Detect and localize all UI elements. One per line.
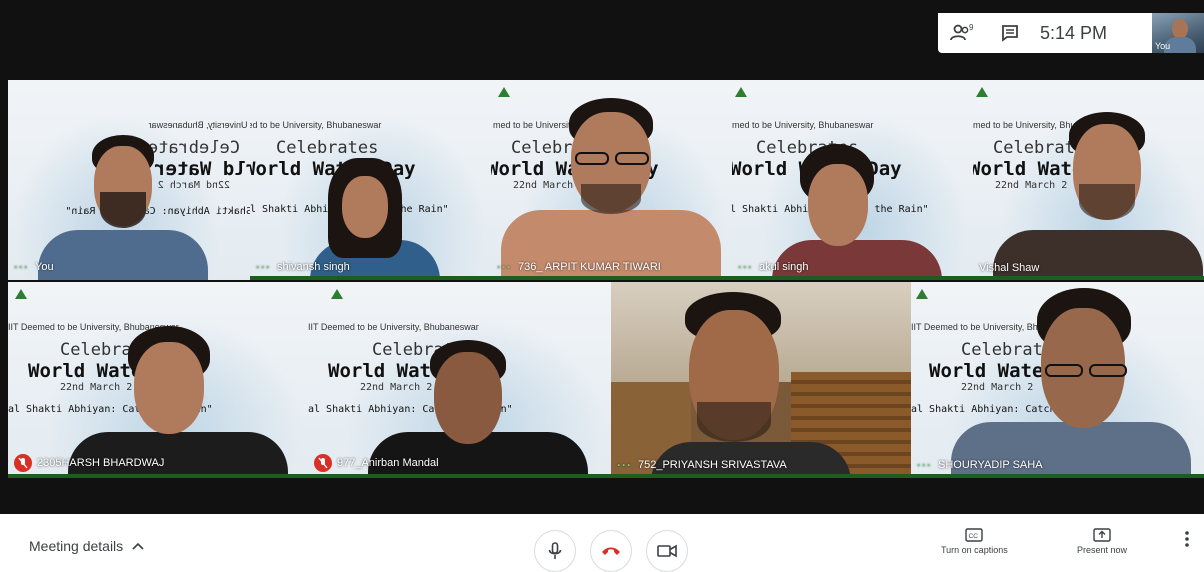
camera-icon xyxy=(657,544,677,558)
microphone-icon xyxy=(548,542,562,559)
participant-tile-you[interactable]: med to be University, Bhubaneswar Celebr… xyxy=(8,80,250,280)
participant-name: ··· SHOURYADIP SAHA xyxy=(917,458,1043,472)
people-button[interactable]: 9 xyxy=(938,13,986,53)
chat-button[interactable] xyxy=(986,13,1034,53)
more-vert-icon xyxy=(1185,531,1189,547)
mic-off-icon xyxy=(14,454,32,472)
participant-tile-anirban[interactable]: IIT Deemed to be University, Bhubaneswar… xyxy=(308,282,611,478)
mic-off-icon xyxy=(314,454,332,472)
video-stage: 9 5:14 PM You med to be University, Bhub… xyxy=(0,0,1204,514)
participant-name: ··· 752_PRIYANSH SRIVASTAVA xyxy=(617,458,787,472)
participant-tile-harsh[interactable]: IIT Deemed to be University, Bhubaneswar… xyxy=(8,282,308,478)
participant-name: ··· 736_ ARPIT KUMAR TIWARI xyxy=(497,260,661,274)
participant-tile-priyansh[interactable]: ··· 752_PRIYANSH SRIVASTAVA xyxy=(611,282,911,478)
participant-name: ··· shivansh singh xyxy=(256,260,350,274)
hang-up-icon xyxy=(602,547,620,555)
svg-text:CC: CC xyxy=(969,533,979,540)
microphone-button[interactable] xyxy=(534,530,576,572)
participant-tile-akul[interactable]: med to be University, Bhubaneswar Celebr… xyxy=(732,80,973,280)
self-view-thumbnail[interactable]: You xyxy=(1152,13,1204,53)
more-options-button[interactable] xyxy=(1184,530,1190,548)
captions-button[interactable]: CC Turn on captions xyxy=(941,528,1008,555)
participant-tile-arpit[interactable]: med to be University, Bhubaneswar Celebr… xyxy=(491,80,732,280)
participant-name: 977_Anirban Mandal xyxy=(314,454,439,472)
chevron-up-icon xyxy=(132,542,144,550)
top-info-bar: 9 5:14 PM You xyxy=(938,13,1204,53)
participant-tile-shivansh[interactable]: med to be University, Bhubaneswar Celebr… xyxy=(250,80,491,280)
participant-name: ··· akul singh xyxy=(738,260,809,274)
people-icon: 9 xyxy=(950,23,974,41)
meeting-details-label: Meeting details xyxy=(29,538,124,554)
camera-button[interactable] xyxy=(646,530,688,572)
bottom-control-bar: Meeting details CC Turn on captions Pres… xyxy=(0,514,1204,572)
participant-name: 2305HARSH BHARDWAJ xyxy=(14,454,164,472)
present-now-label: Present now xyxy=(1077,545,1128,555)
chat-icon xyxy=(1002,25,1018,42)
present-screen-icon xyxy=(1093,528,1111,542)
leave-call-button[interactable] xyxy=(590,530,632,572)
participant-name: Vishal Shaw xyxy=(979,262,1040,274)
closed-captions-icon: CC xyxy=(965,528,984,542)
present-now-button[interactable]: Present now xyxy=(1077,528,1127,555)
self-view-label: You xyxy=(1155,41,1171,51)
clock-time: 5:14 PM xyxy=(1040,22,1108,43)
captions-label: Turn on captions xyxy=(941,545,1008,555)
meeting-details-button[interactable]: Meeting details xyxy=(29,538,145,554)
participant-name: ··· You xyxy=(14,260,54,274)
participant-tile-shouryadip[interactable]: IIT Deemed to be University, Bhubaneswar… xyxy=(911,282,1204,478)
participant-tile-vishal[interactable]: med to be University, Bhubaneswar Celebr… xyxy=(973,80,1204,280)
people-count: 9 xyxy=(969,23,974,32)
